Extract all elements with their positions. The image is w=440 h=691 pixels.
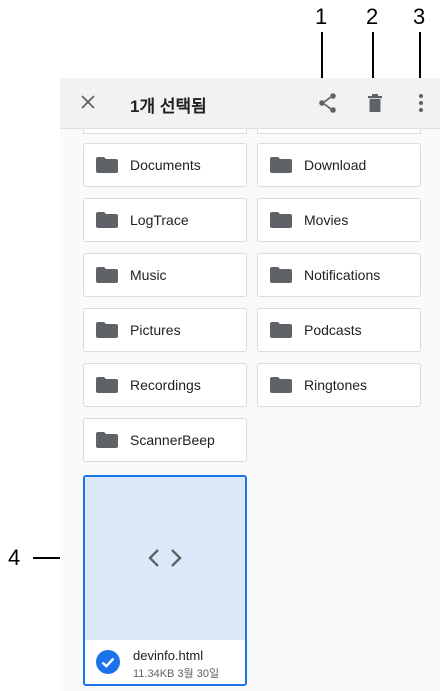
folder-tile-logtrace[interactable]: LogTrace bbox=[83, 198, 247, 242]
selection-toolbar: 1개 선택됨 bbox=[60, 78, 440, 129]
partial-tile-right bbox=[257, 129, 421, 134]
more-vert-icon[interactable] bbox=[409, 91, 433, 115]
file-info-bar: devinfo.html 11.34KB 3월 30일 bbox=[85, 640, 245, 684]
callout-number-3: 3 bbox=[413, 4, 426, 29]
callout-number-2: 2 bbox=[366, 4, 379, 29]
file-thumbnail[interactable] bbox=[85, 477, 245, 640]
folder-tile-notifications[interactable]: Notifications bbox=[257, 253, 421, 297]
folder-tile-documents[interactable]: Documents bbox=[83, 143, 247, 187]
folder-icon bbox=[96, 432, 118, 448]
selection-count-title: 1개 선택됨 bbox=[130, 97, 207, 116]
folder-tile-movies[interactable]: Movies bbox=[257, 198, 421, 242]
folder-icon bbox=[96, 212, 118, 228]
folder-label: Notifications bbox=[304, 267, 381, 283]
folder-icon bbox=[270, 212, 292, 228]
share-icon[interactable] bbox=[316, 91, 340, 115]
folder-tile-pictures[interactable]: Pictures bbox=[83, 308, 247, 352]
folder-icon bbox=[270, 377, 292, 393]
folder-label: Podcasts bbox=[304, 322, 362, 338]
folder-label: Documents bbox=[130, 157, 201, 173]
folder-label: Recordings bbox=[130, 377, 201, 393]
folder-tile-scannerbeep[interactable]: ScannerBeep bbox=[83, 418, 247, 462]
folder-icon bbox=[96, 322, 118, 338]
folder-label: Movies bbox=[304, 212, 349, 228]
folder-tile-download[interactable]: Download bbox=[257, 143, 421, 187]
folder-label: Pictures bbox=[130, 322, 181, 338]
file-grid: Documents Download LogTrace Movies Music… bbox=[60, 129, 440, 691]
folder-tile-recordings[interactable]: Recordings bbox=[83, 363, 247, 407]
file-name: devinfo.html bbox=[133, 648, 204, 663]
check-circle-icon[interactable] bbox=[96, 650, 120, 674]
folder-icon bbox=[96, 267, 118, 283]
callout-number-1: 1 bbox=[315, 4, 328, 29]
delete-icon[interactable] bbox=[363, 91, 387, 115]
file-tile-selected[interactable]: devinfo.html 11.34KB 3월 30일 bbox=[83, 475, 247, 686]
callout-number-4: 4 bbox=[8, 545, 21, 570]
file-meta: 11.34KB 3월 30일 bbox=[133, 668, 220, 680]
folder-icon bbox=[96, 157, 118, 173]
folder-icon bbox=[96, 377, 118, 393]
folder-icon bbox=[270, 157, 292, 173]
folder-tile-ringtones[interactable]: Ringtones bbox=[257, 363, 421, 407]
folder-label: LogTrace bbox=[130, 212, 189, 228]
folder-icon bbox=[270, 322, 292, 338]
folder-tile-podcasts[interactable]: Podcasts bbox=[257, 308, 421, 352]
close-icon[interactable] bbox=[78, 92, 98, 112]
files-app-panel: 1개 선택됨 Documents Download LogTrace Movie… bbox=[60, 78, 440, 691]
partial-tile-left bbox=[83, 129, 247, 134]
folder-label: ScannerBeep bbox=[130, 432, 215, 448]
folder-tile-music[interactable]: Music bbox=[83, 253, 247, 297]
code-icon bbox=[148, 549, 182, 567]
folder-label: Ringtones bbox=[304, 377, 368, 393]
folder-label: Music bbox=[130, 267, 167, 283]
folder-icon bbox=[270, 267, 292, 283]
folder-label: Download bbox=[304, 157, 367, 173]
